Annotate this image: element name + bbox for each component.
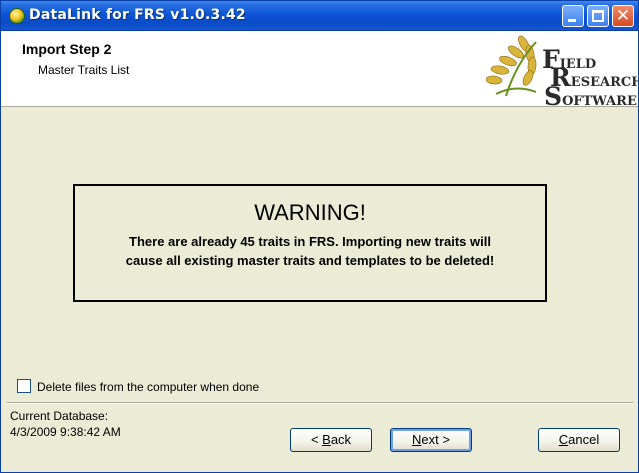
step-subtitle: Master Traits List <box>38 63 130 77</box>
back-button[interactable]: < Back <box>290 428 372 452</box>
logo-line-software: SOFTWARE <box>544 82 637 111</box>
warning-message-line-1: There are already 45 traits in FRS. Impo… <box>129 234 491 249</box>
datalink-window: DataLink for FRS v1.0.3.42 ✕ Import Step… <box>0 0 639 473</box>
warning-message-line-2: cause all existing master traits and tem… <box>125 253 495 268</box>
maximize-icon <box>592 10 604 22</box>
field-research-software-logo: FIELD RESEARCH SOFTWARE <box>486 34 638 111</box>
warning-box: WARNING! There are already 45 traits in … <box>73 184 547 302</box>
current-database-label: Current Database: <box>10 409 109 423</box>
maximize-button[interactable] <box>587 5 609 27</box>
app-icon <box>9 8 25 24</box>
wheat-logo-icon <box>486 35 537 97</box>
cancel-button[interactable]: Cancel <box>538 428 620 452</box>
current-database-value: 4/3/2009 9:38:42 AM <box>10 425 121 439</box>
warning-title: WARNING! <box>254 200 366 225</box>
delete-files-label[interactable]: Delete files from the computer when done <box>37 380 259 394</box>
wizard-header: Import Step 2 Master Traits List FIELD R <box>1 31 638 111</box>
warning-message: There are already 45 traits in FRS. Impo… <box>83 232 537 270</box>
step-title: Import Step 2 <box>22 41 112 57</box>
minimize-button[interactable] <box>562 5 584 27</box>
title-bar[interactable]: DataLink for FRS v1.0.3.42 ✕ <box>1 1 638 31</box>
close-icon: ✕ <box>615 6 631 26</box>
close-button[interactable]: ✕ <box>612 5 634 27</box>
window-title: DataLink for FRS v1.0.3.42 <box>29 7 246 23</box>
delete-files-checkbox[interactable] <box>17 379 31 393</box>
next-button[interactable]: Next > <box>390 428 472 452</box>
minimize-icon <box>568 19 576 22</box>
footer-divider <box>7 402 633 404</box>
